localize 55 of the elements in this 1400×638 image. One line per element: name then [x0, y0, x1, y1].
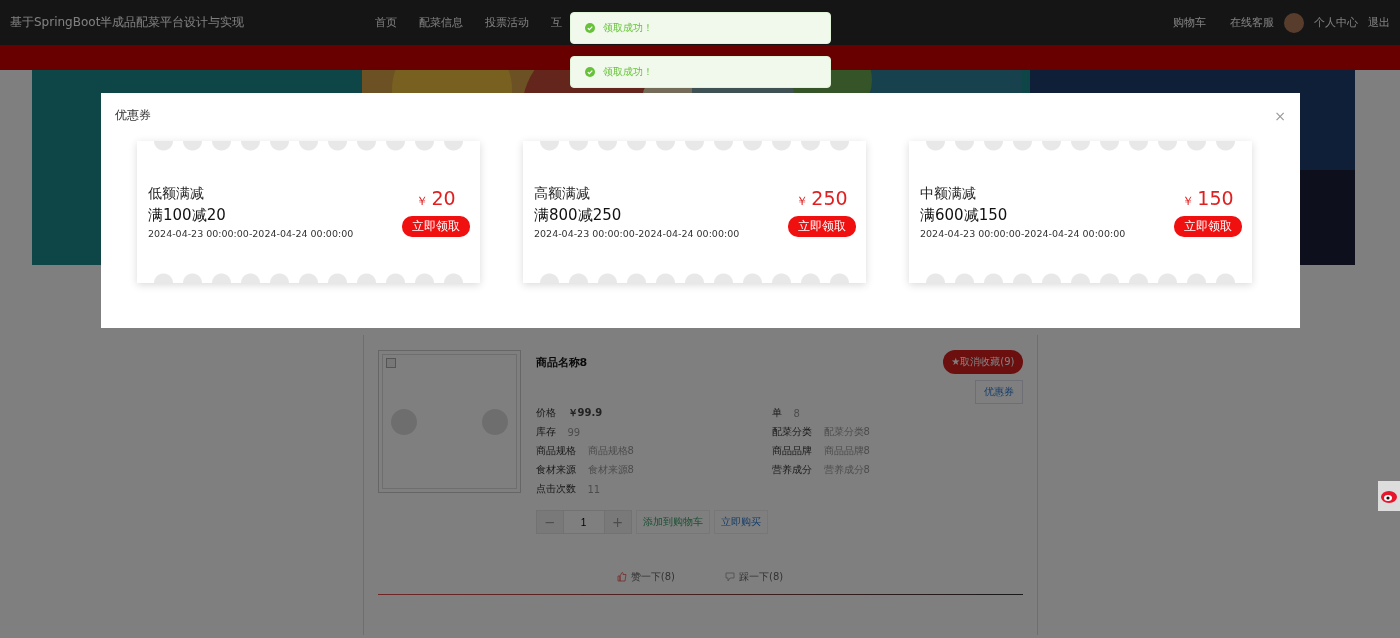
check-circle-icon: [585, 67, 595, 77]
broken-image-icon: [385, 358, 396, 368]
nav-link[interactable]: 配菜信息: [419, 15, 463, 30]
field-label: 单: [771, 406, 782, 420]
nav-link[interactable]: 投票活动: [485, 15, 529, 30]
field-label: 配菜分类: [771, 425, 812, 439]
field-label: 商品规格: [535, 444, 576, 458]
coupon-period: 2024-04-23 00:00:00-2024-04-24 00:00:00: [148, 228, 354, 239]
coupon-period: 2024-04-23 00:00:00-2024-04-24 00:00:00: [534, 228, 740, 239]
product-name: 商品名称8: [535, 354, 588, 370]
coupon-rule: 满800减250: [534, 206, 623, 225]
currency-symbol: ￥: [796, 193, 809, 210]
check-circle-icon: [585, 23, 595, 33]
close-button[interactable]: ×: [1274, 107, 1286, 124]
nav-link[interactable]: 互: [551, 15, 562, 30]
header-link[interactable]: 购物车: [1173, 15, 1206, 30]
field-label: 价格: [535, 406, 556, 420]
profile-link[interactable]: 个人中心: [1314, 15, 1358, 30]
currency-symbol: ￥: [416, 193, 429, 210]
field-label: 点击次数: [535, 482, 576, 496]
header-link[interactable]: 在线客服: [1230, 15, 1274, 30]
coupon-amount: 150: [1197, 187, 1234, 209]
coupon-name: 中额满减: [920, 185, 977, 203]
coupon-name: 高额满减: [534, 185, 591, 203]
field-label: 库存: [535, 425, 556, 439]
claim-button[interactable]: 立即领取: [402, 216, 470, 237]
quantity-field[interactable]: 1: [563, 510, 604, 534]
toast-message: 领取成功！: [603, 21, 653, 35]
price-value: ￥99.9: [567, 406, 603, 420]
eye-logo-icon: [1380, 489, 1398, 503]
toast-message: 领取成功！: [603, 65, 653, 79]
coupon-rule: 满600减150: [920, 206, 1009, 225]
favorite-button[interactable]: ★取消收藏(9): [943, 350, 1023, 374]
add-to-cart-button[interactable]: 添加到购物车: [635, 510, 710, 534]
field-label: 营养成分: [771, 463, 812, 477]
thumbs-up-icon: [616, 572, 627, 582]
field-label: 食材来源: [535, 463, 576, 477]
coupon-amount: 250: [811, 187, 848, 209]
claim-button[interactable]: 立即领取: [788, 216, 856, 237]
coupon-amount: 20: [431, 187, 456, 209]
coupon-rule: 满100减20: [148, 206, 227, 225]
coupon-button[interactable]: 优惠券: [974, 380, 1023, 404]
currency-symbol: ￥: [1182, 193, 1195, 210]
speech-bubble-icon: [725, 572, 735, 582]
coupon-period: 2024-04-23 00:00:00-2024-04-24 00:00:00: [920, 228, 1126, 239]
coupon-name: 低额满减: [148, 185, 205, 203]
claim-button[interactable]: 立即领取: [1174, 216, 1242, 237]
site-title: 基于SpringBoot半成品配菜平台设计与实现: [10, 14, 246, 31]
avatar[interactable]: [1284, 12, 1304, 33]
side-widget[interactable]: [1378, 481, 1400, 511]
logout-link[interactable]: 退出: [1368, 15, 1390, 30]
field-label: 商品品牌: [771, 444, 812, 458]
nav-link[interactable]: 首页: [375, 15, 397, 30]
dialog-title: 优惠券: [115, 107, 151, 124]
buy-now-button[interactable]: 立即购买: [713, 510, 768, 534]
